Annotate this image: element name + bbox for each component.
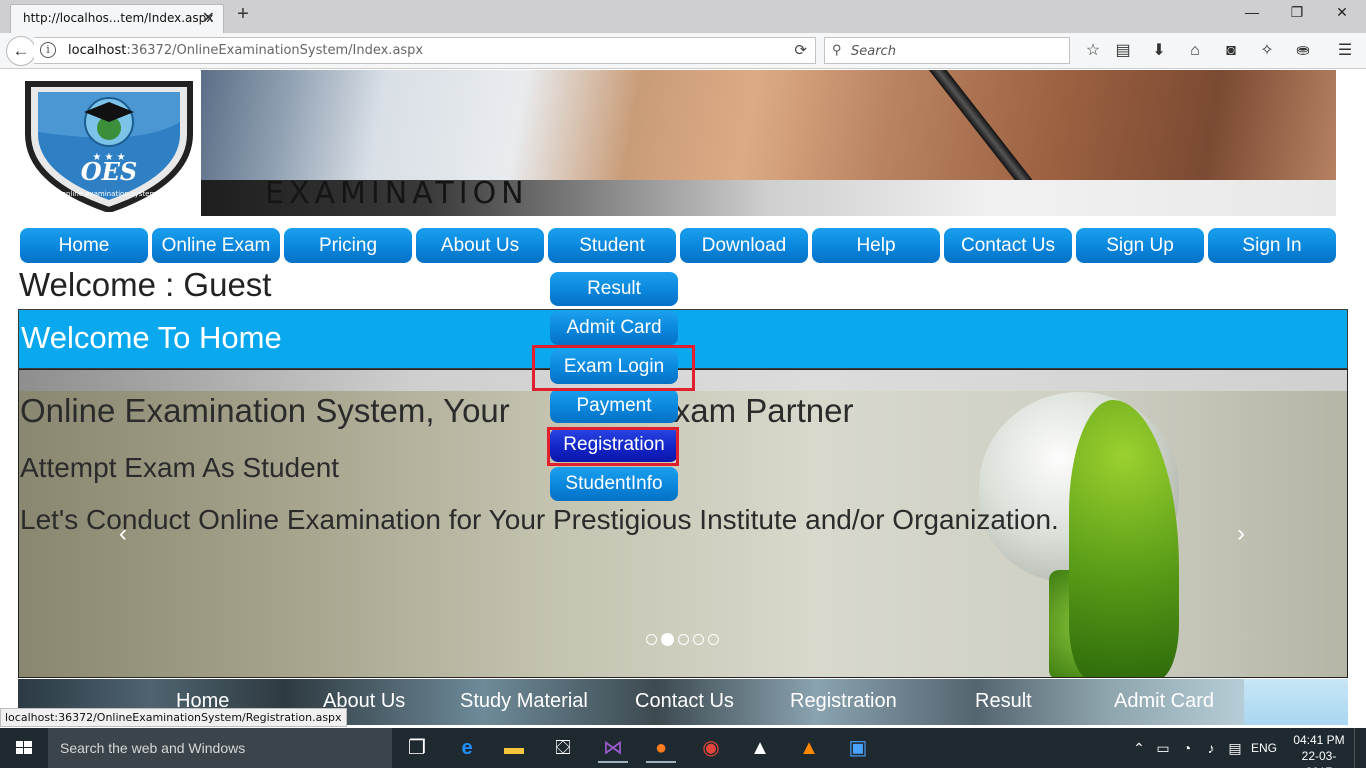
reload-icon[interactable]: ⟳: [794, 41, 807, 59]
submenu-student-info[interactable]: StudentInfo: [550, 467, 678, 501]
carousel-dot[interactable]: [693, 634, 704, 646]
logo-caption: online examination system: [62, 190, 157, 198]
photos-icon[interactable]: ▲: [745, 733, 775, 763]
visual-studio-icon[interactable]: ⋈: [598, 733, 628, 763]
clock-time: 04:41 PM: [1293, 733, 1345, 747]
image-viewer-icon[interactable]: ▣: [843, 733, 873, 763]
carousel-prev-arrow-icon[interactable]: ‹: [119, 520, 127, 548]
highlight-box-registration: [547, 427, 679, 466]
firefox-icon[interactable]: ●: [646, 733, 676, 763]
menu-sign-up[interactable]: Sign Up: [1076, 228, 1204, 263]
clock-date: 22-03-2017: [1301, 749, 1337, 779]
windows-start-icon[interactable]: [0, 728, 48, 768]
footer-admit-card[interactable]: Admit Card: [1114, 690, 1214, 713]
banner-text: EXAMINATION: [265, 176, 529, 211]
carousel-dot[interactable]: [678, 634, 689, 646]
welcome-guest-text: Welcome : Guest: [19, 266, 272, 303]
submenu-payment[interactable]: Payment: [550, 389, 678, 423]
bookmark-star-icon[interactable]: ☆: [1082, 40, 1104, 62]
svg-text:★ ★ ★: ★ ★ ★: [92, 152, 125, 163]
carousel-heading: Online Examination System, Your Exam Part…: [20, 392, 854, 429]
examination-banner: EXAMINATION: [201, 70, 1336, 216]
footer-registration[interactable]: Registration: [790, 690, 897, 713]
reading-list-icon[interactable]: ▤: [1112, 40, 1134, 62]
close-window-icon[interactable]: ✕: [1327, 4, 1357, 26]
carousel-dot[interactable]: [708, 634, 719, 646]
carousel-subheading: Attempt Exam As Student: [20, 452, 340, 483]
carousel-next-arrow-icon[interactable]: ›: [1237, 520, 1245, 548]
minimize-icon[interactable]: —: [1237, 4, 1267, 26]
task-view-icon[interactable]: ❐: [402, 733, 432, 763]
carousel-description: Let's Conduct Online Examination for You…: [20, 504, 1059, 535]
link-status-tooltip: localhost:36372/OnlineExaminationSystem/…: [0, 708, 347, 727]
menu-online-exam[interactable]: Online Exam: [152, 228, 280, 263]
footer-contact-us[interactable]: Contact Us: [635, 690, 734, 713]
carousel-dot[interactable]: [646, 634, 657, 646]
menu-home[interactable]: Home: [20, 228, 148, 263]
address-bar[interactable]: i localhost:36372/OnlineExaminationSyste…: [34, 37, 816, 64]
pen-image: [921, 70, 1037, 194]
footer-study-material[interactable]: Study Material: [460, 690, 588, 713]
back-arrow-icon[interactable]: ←: [6, 36, 36, 66]
search-icon: ⚲: [832, 42, 842, 57]
taskbar-search-box[interactable]: Search the web and Windows: [48, 728, 392, 768]
new-tab-icon[interactable]: +: [232, 3, 254, 26]
hamburger-menu-icon[interactable]: ☰: [1334, 40, 1356, 62]
shopping-icon[interactable]: ⛂: [1292, 40, 1314, 62]
edge-icon[interactable]: e: [452, 733, 482, 763]
menu-about-us[interactable]: About Us: [416, 228, 544, 263]
menu-download[interactable]: Download: [680, 228, 808, 263]
carousel-indicators: [646, 631, 723, 649]
section-title: Welcome To Home: [21, 320, 282, 355]
menu-sign-in[interactable]: Sign In: [1208, 228, 1336, 263]
hero-carousel: Online Examination System, Your Exam Part…: [18, 369, 1348, 678]
oes-logo: OES ★ ★ ★ online examination system: [18, 72, 200, 214]
submenu-result[interactable]: Result: [550, 272, 678, 306]
action-center-icon[interactable]: ▤: [1220, 733, 1250, 763]
maximize-icon[interactable]: ❐: [1282, 4, 1312, 26]
download-icon[interactable]: ⬇: [1148, 40, 1170, 62]
highlight-box-exam-login: [532, 345, 695, 391]
tab-title: http://localhos...tem/Index.aspx: [23, 11, 214, 25]
search-input[interactable]: ⚲ Search: [824, 37, 1070, 64]
browser-tab-bar: http://localhos...tem/Index.aspx ✕ + — ❐…: [0, 0, 1366, 33]
pocket-icon[interactable]: ◙: [1220, 40, 1242, 62]
menu-pricing[interactable]: Pricing: [284, 228, 412, 263]
menu-student[interactable]: Student: [548, 228, 676, 263]
store-icon[interactable]: ⛋: [548, 733, 578, 763]
windows-taskbar: Search the web and Windows ❐ e ▬ ⛋ ⋈ ● ◉…: [0, 728, 1366, 779]
chrome-icon[interactable]: ◉: [696, 733, 726, 763]
home-icon[interactable]: ⌂: [1184, 40, 1206, 62]
show-desktop-button[interactable]: [1354, 728, 1366, 768]
vlc-icon[interactable]: ▲: [794, 733, 824, 763]
clock[interactable]: 04:41 PM 22-03-2017: [1292, 732, 1346, 780]
extension-icon[interactable]: ✧: [1256, 40, 1278, 62]
submenu-admit-card[interactable]: Admit Card: [550, 311, 678, 345]
menu-contact-us[interactable]: Contact Us: [944, 228, 1072, 263]
url-text: localhost:36372/OnlineExaminationSystem/…: [68, 43, 424, 58]
browser-tab[interactable]: http://localhos...tem/Index.aspx ✕: [10, 4, 224, 33]
menu-help[interactable]: Help: [812, 228, 940, 263]
taskbar-search-text: Search the web and Windows: [60, 740, 246, 756]
carousel-dot-active[interactable]: [661, 633, 674, 647]
language-indicator[interactable]: ENG: [1251, 741, 1277, 755]
footer-result[interactable]: Result: [975, 690, 1032, 713]
info-icon[interactable]: i: [40, 42, 56, 58]
file-explorer-icon[interactable]: ▬: [499, 733, 529, 763]
search-placeholder: Search: [851, 44, 896, 59]
close-tab-icon[interactable]: ✕: [202, 8, 215, 28]
